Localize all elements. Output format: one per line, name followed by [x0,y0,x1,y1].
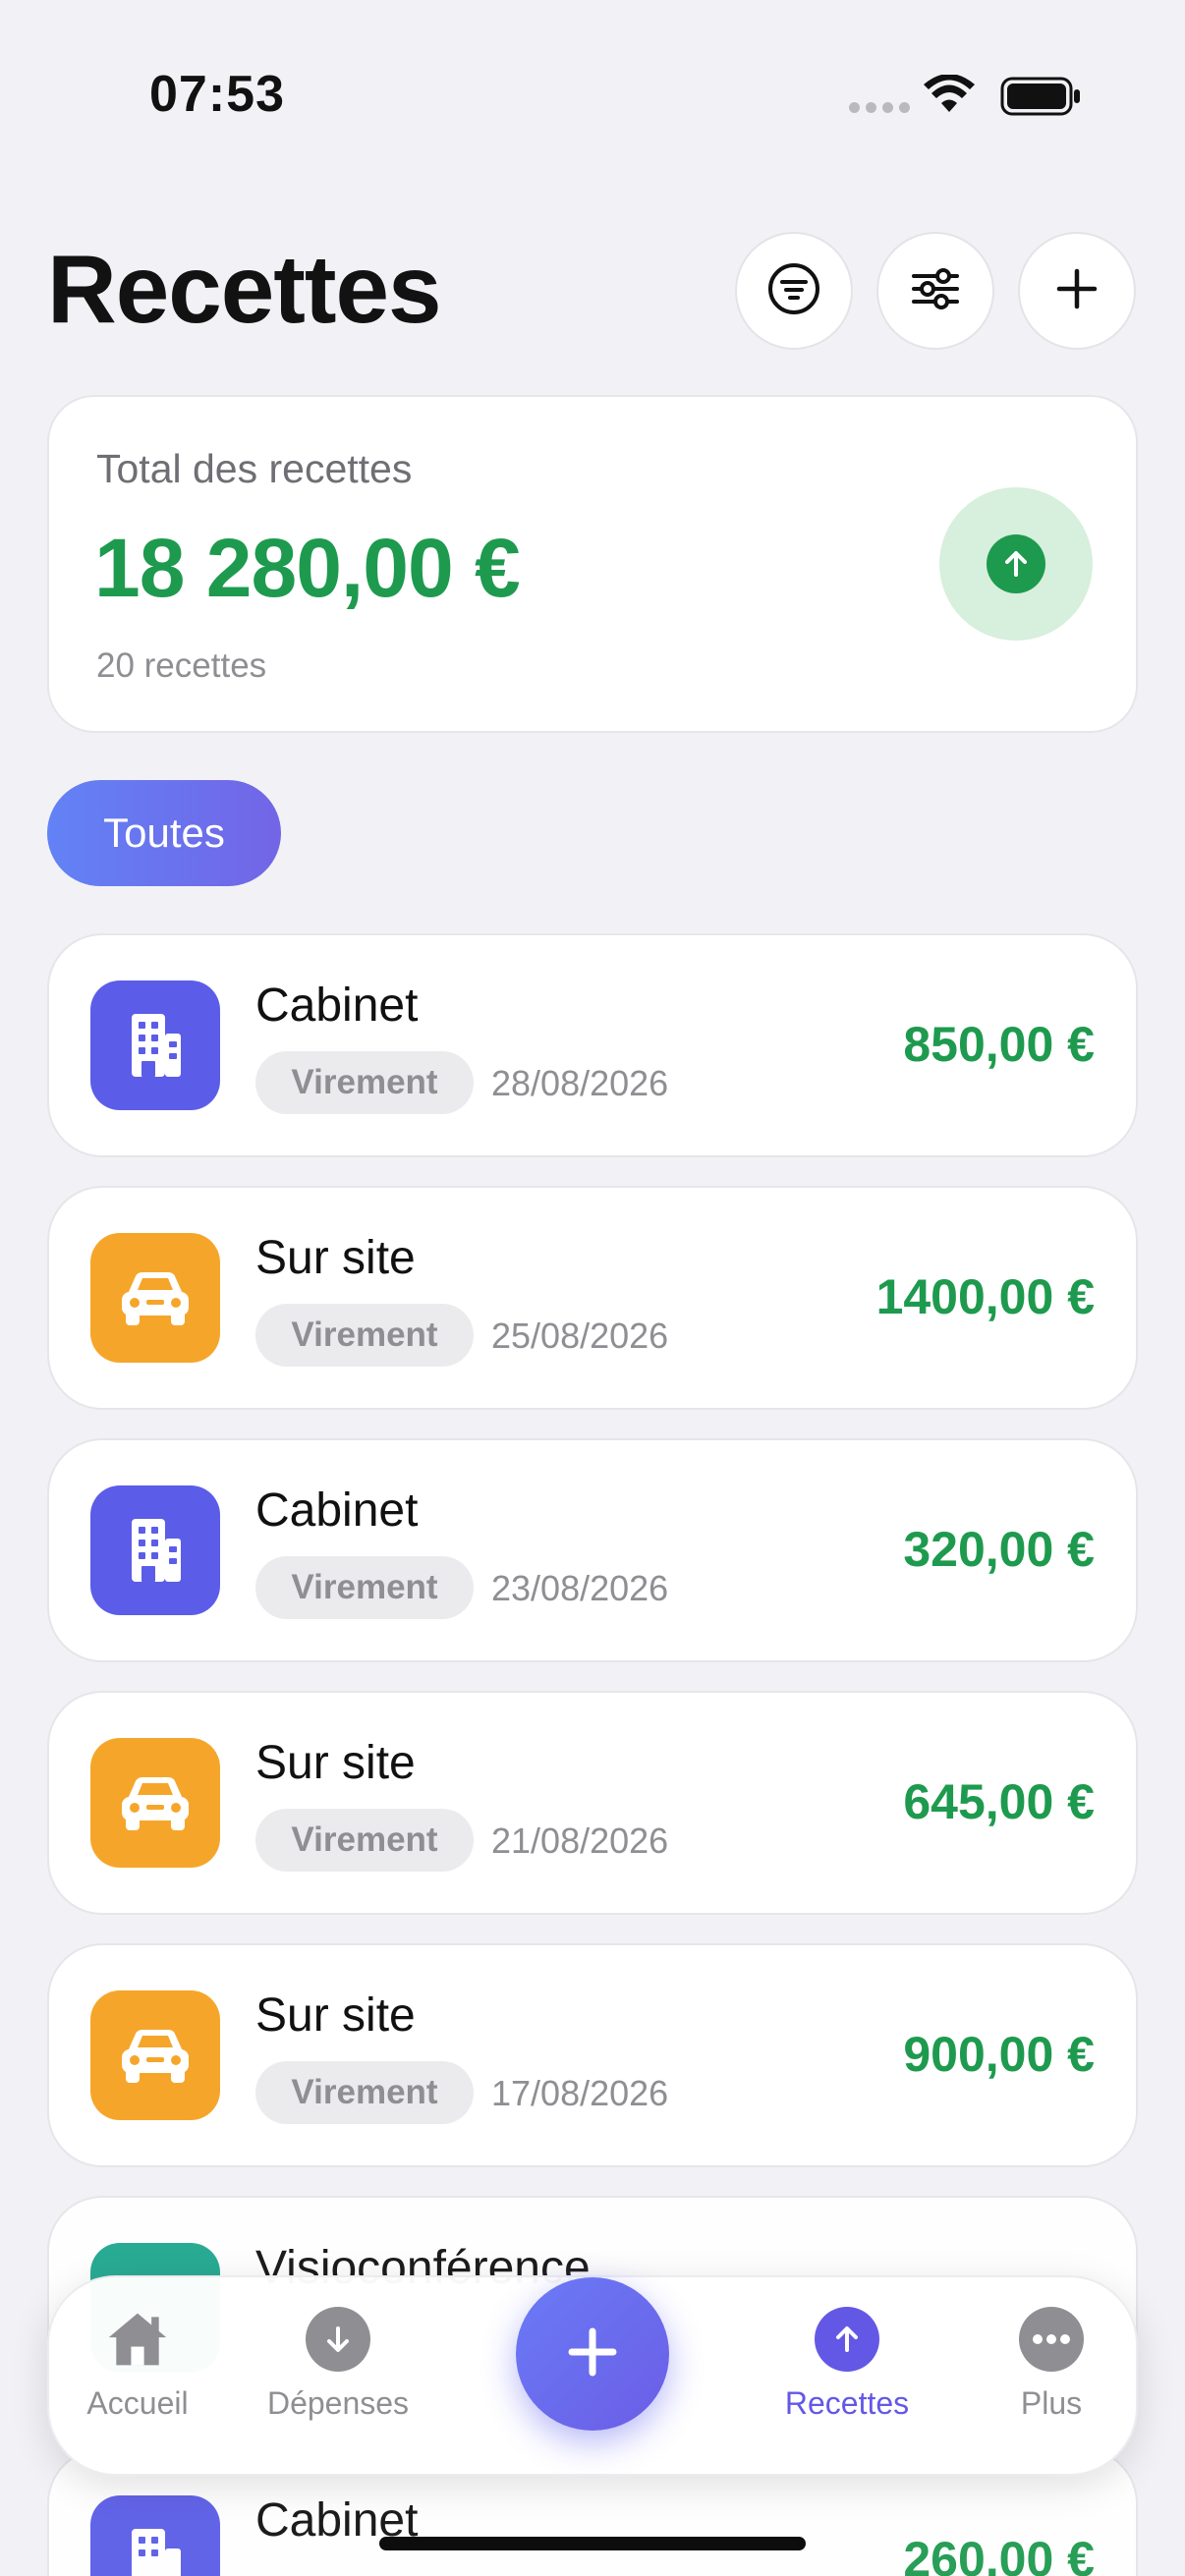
transaction-date: 17/08/2026 [491,2073,669,2113]
tab-label: Accueil [86,2385,189,2421]
transaction-title: Sur site [255,1737,416,1789]
building-icon [90,2495,220,2576]
transaction-title: Cabinet [255,980,419,1032]
battery-icon [1000,77,1083,121]
arrow-up-circle-icon [815,2307,879,2372]
transaction-date: 25/08/2026 [491,1316,669,1356]
status-bar: 07:53 [0,0,1185,187]
total-amount: 18 280,00 € [94,522,521,614]
transaction-row[interactable]: Sur site Virement 21/08/2026 645,00 € [47,1691,1138,1915]
plus-icon [566,2325,619,2383]
settings-button[interactable] [876,232,994,350]
tab-plus[interactable]: Plus [963,2307,1140,2422]
home-indicator[interactable] [379,2537,806,2550]
transaction-amount: 850,00 € [903,1017,1095,1072]
tab-label: Recettes [784,2385,910,2421]
transaction-row[interactable]: Sur site Virement 25/08/2026 1400,00 € [47,1186,1138,1410]
transaction-title: Sur site [255,1989,416,2042]
total-card: Total des recettes 18 280,00 € 20 recett… [47,395,1138,733]
home-icon [105,2307,170,2372]
transaction-row[interactable]: Cabinet Virement 23/08/2026 320,00 € [47,1438,1138,1662]
tab-depenses[interactable]: Dépenses [250,2307,426,2422]
total-label: Total des recettes [96,446,413,491]
building-icon [90,1485,220,1615]
transaction-amount: 320,00 € [903,1522,1095,1577]
transaction-title: Cabinet [255,1484,419,1537]
plus-icon [1053,265,1100,317]
arrow-down-circle-icon [306,2307,370,2372]
transaction-amount: 260,00 € [903,2532,1095,2576]
payment-method-badge: Virement [255,1556,474,1619]
add-button[interactable] [1018,232,1136,350]
sliders-icon [908,261,963,321]
transaction-row[interactable]: Sur site Virement 17/08/2026 900,00 € [47,1943,1138,2167]
transaction-date: 23/08/2026 [491,1568,669,1608]
payment-method-badge: Virement [255,1051,474,1114]
arrow-up-circle-icon [987,534,1045,593]
page-title: Recettes [47,235,442,343]
wifi-icon [924,74,975,119]
building-icon [90,980,220,1110]
transaction-amount: 645,00 € [903,1774,1095,1829]
transaction-row[interactable]: Cabinet Virement 28/08/2026 850,00 € [47,933,1138,1157]
transaction-amount: 900,00 € [903,2027,1095,2082]
add-transaction-button[interactable] [516,2277,669,2431]
filter-button[interactable] [735,232,853,350]
income-indicator [939,487,1093,641]
tab-label: Dépenses [266,2385,410,2421]
tab-label: Plus [1020,2385,1083,2421]
filter-list-icon [766,261,821,321]
car-icon [90,1738,220,1868]
transaction-date: 21/08/2026 [491,1820,669,1861]
signal-icon [849,102,910,113]
car-icon [90,1990,220,2120]
payment-method-badge: Virement [255,1809,474,1872]
transaction-date: 28/08/2026 [491,1063,669,1103]
total-count: 20 recettes [96,646,267,685]
tab-accueil[interactable]: Accueil [49,2307,226,2422]
transaction-title: Sur site [255,1232,416,1284]
tab-recettes[interactable]: Recettes [759,2307,935,2422]
payment-method-badge: Virement [255,1304,474,1367]
transaction-amount: 1400,00 € [875,1269,1095,1324]
payment-method-badge: Virement [255,2061,474,2124]
car-icon [90,1233,220,1363]
more-icon [1019,2307,1084,2372]
status-time: 07:53 [149,66,285,123]
filter-chip-all[interactable]: Toutes [47,780,281,886]
